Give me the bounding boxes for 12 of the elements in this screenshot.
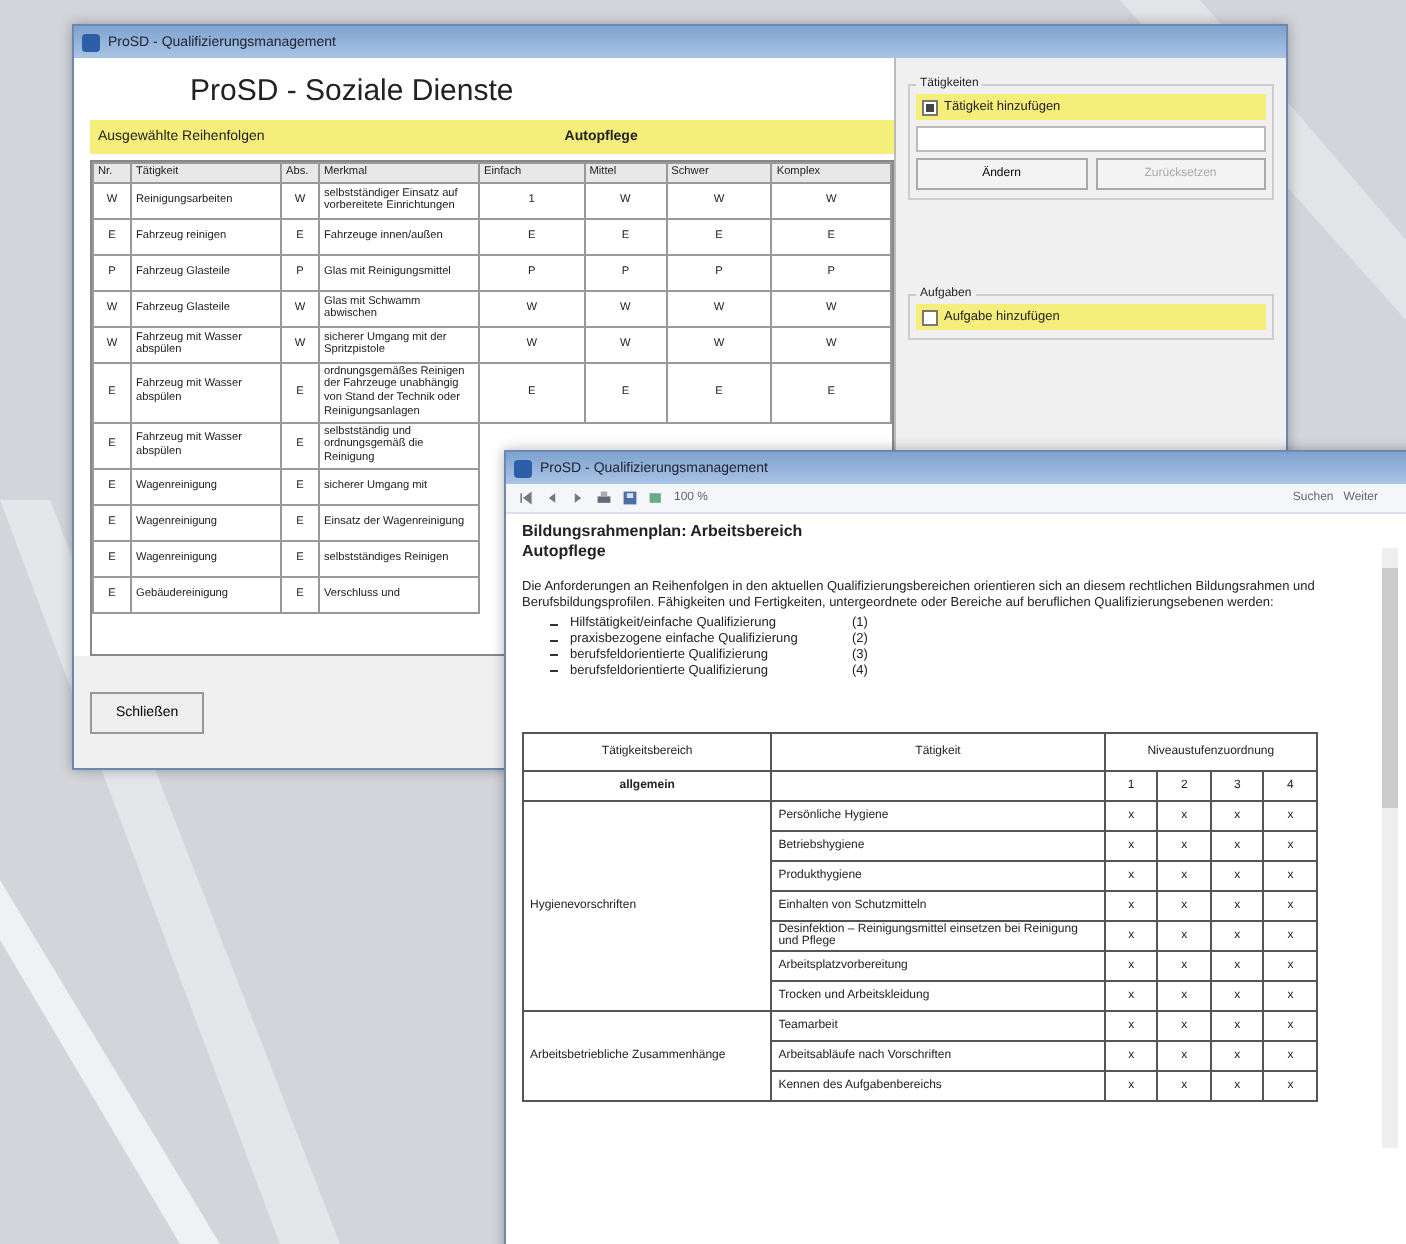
app-icon (82, 33, 100, 51)
report-heading: Bildungsrahmenplan: Arbeitsbereich Autopflege (522, 522, 805, 561)
first-page-icon[interactable] (518, 490, 534, 506)
checkbox[interactable] (922, 309, 938, 325)
scroll-bar[interactable] (1382, 548, 1398, 1148)
input-field[interactable] (916, 126, 1266, 152)
app-icon (514, 459, 532, 477)
save-icon[interactable] (622, 490, 638, 506)
previous-icon[interactable] (544, 490, 560, 506)
print-icon[interactable] (596, 490, 612, 506)
checkbox[interactable] (922, 99, 938, 115)
next-icon[interactable] (570, 490, 586, 506)
